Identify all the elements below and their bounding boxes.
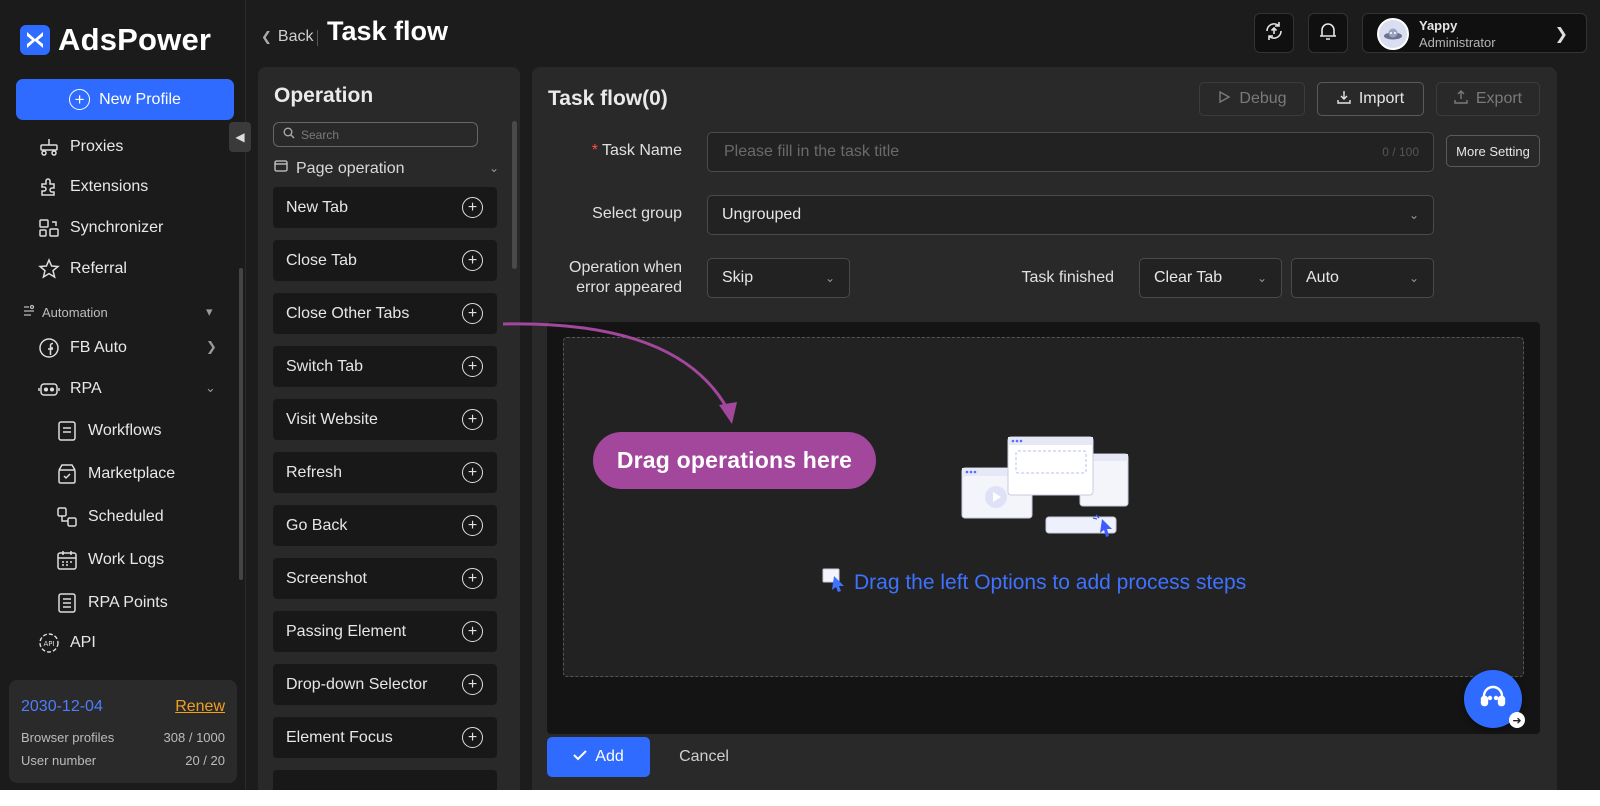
drag-operations-callout: Drag operations here <box>593 432 876 489</box>
headset-icon <box>1477 681 1509 718</box>
app-window: AdsPower + New Profile ◀ Proxies Extensi… <box>0 0 1600 806</box>
window-bottom-edge <box>0 790 1600 806</box>
arrow-right-icon[interactable]: ➜ <box>1509 712 1525 728</box>
annotation-arrow <box>502 322 737 424</box>
